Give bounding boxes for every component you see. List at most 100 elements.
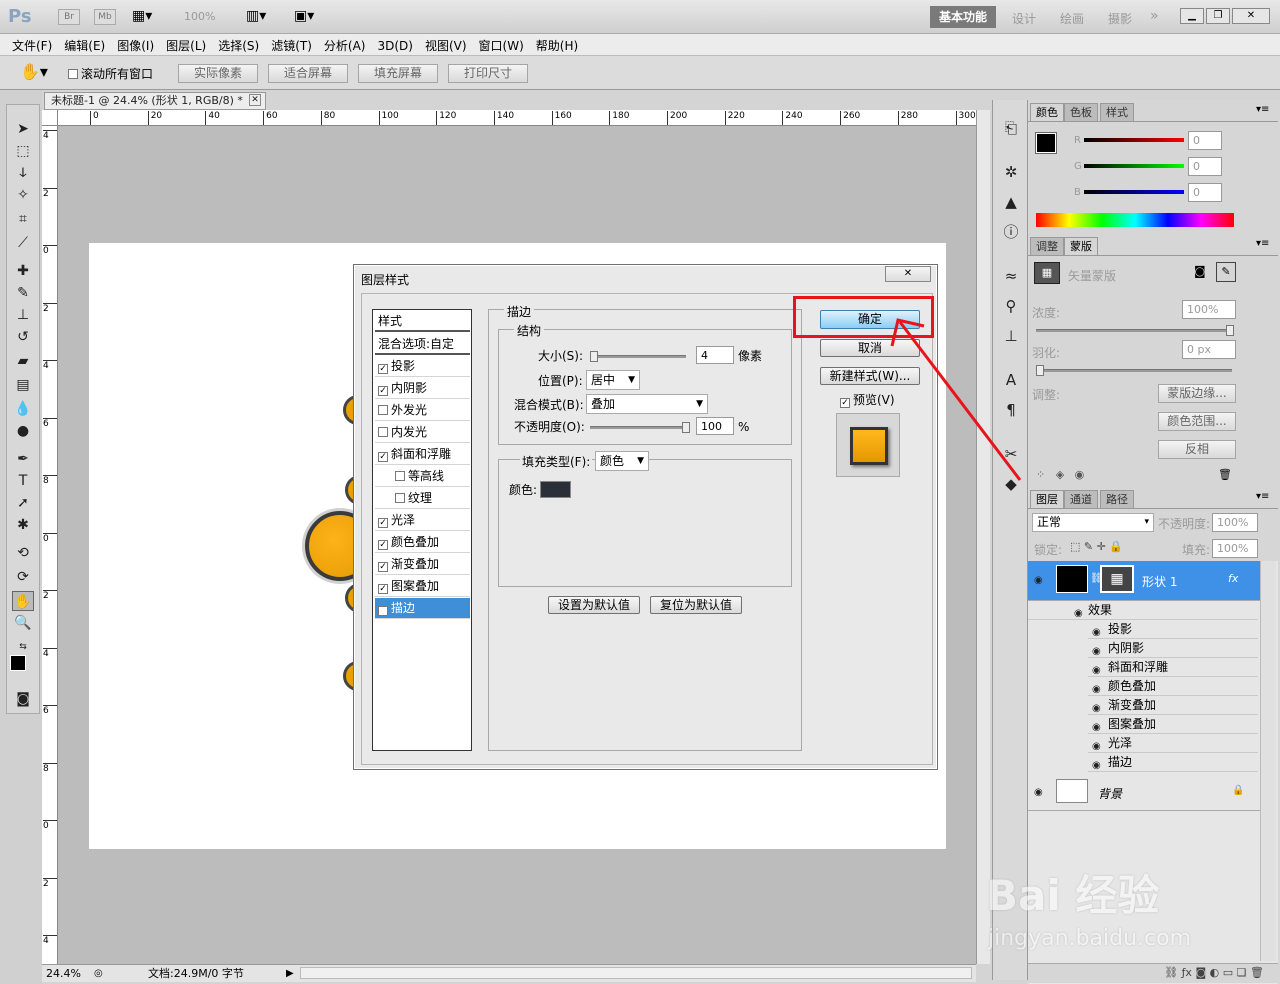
add-style-icon[interactable]: ƒx [1182,966,1192,979]
style-item-contour[interactable]: 等高线 [375,466,470,487]
new-group-icon[interactable]: ▭ [1223,966,1233,979]
hand-tool-active-icon[interactable]: ✋ [12,591,34,611]
menu-window[interactable]: 窗口(W) [473,34,530,57]
blending-options-item[interactable]: 混合选项:自定 [375,334,470,355]
pixel-mask-icon[interactable]: ◙ [1194,264,1206,278]
ruler-origin[interactable] [42,110,58,126]
brushes-panel-icon[interactable]: ≈ [1001,266,1021,286]
checkbox-icon[interactable]: ✓ [378,452,388,462]
path-selection-icon[interactable]: ➚ [12,493,34,513]
checkbox-icon[interactable] [378,427,388,437]
style-item-color-overlay[interactable]: ✓ 颜色叠加 [375,532,470,553]
status-info-icon[interactable]: ◎ [94,966,103,982]
green-slider[interactable] [1084,164,1184,168]
effect-row[interactable]: ◉ 光泽 [1088,734,1258,753]
history-panel-icon[interactable]: ⎗ [1001,118,1021,138]
workspace-photography[interactable]: 摄影 [1108,10,1132,27]
feather-field[interactable]: 0 px [1182,340,1236,359]
stroke-blend-select[interactable]: 叠加 ▼ [586,394,708,414]
marquee-tool-icon[interactable]: ⬚ [12,141,34,161]
style-item-gradient-overlay[interactable]: ✓ 渐变叠加 [375,554,470,575]
history-brush-icon[interactable]: ↺ [12,327,34,347]
reset-default-button[interactable]: 复位为默认值 [650,596,742,614]
tab-adjustments[interactable]: 调整 [1030,237,1064,255]
bridge-icon[interactable]: Br [58,9,80,25]
effects-row[interactable]: ◉ 效果 [1028,601,1258,620]
quick-mask-icon[interactable]: ◙ [12,689,34,709]
menu-image[interactable]: 图像(I) [111,34,160,57]
zoom-readout[interactable]: 24.4% [46,966,81,982]
vertical-scrollbar[interactable] [976,110,990,964]
link-layers-icon[interactable]: ⛓ [1164,966,1178,979]
mask-footer-icons[interactable]: ⁘ ◈ ◉ [1036,468,1084,481]
styles-header[interactable]: 样式 [375,311,470,332]
print-size-button[interactable]: 打印尺寸 [448,64,528,83]
panel-menu-icon[interactable]: ▾≡ [1256,238,1269,249]
checkbox-icon[interactable]: ✓ [378,364,388,374]
delete-mask-icon[interactable]: 🗑 [1218,468,1232,481]
navigator-panel-icon[interactable]: ✲ [1001,162,1021,182]
tab-styles[interactable]: 样式 [1100,103,1134,121]
type-tool-icon[interactable]: T [12,471,34,491]
3d-rotate-icon[interactable]: ⟲ [12,543,34,563]
opacity-slider[interactable] [590,422,690,433]
tab-swatches[interactable]: 色板 [1064,103,1098,121]
layer-fill-field[interactable]: 100% [1212,539,1258,558]
tab-color[interactable]: 颜色 [1030,103,1064,121]
checkbox-icon[interactable]: ✓ [378,518,388,528]
style-item-satin[interactable]: ✓ 光泽 [375,510,470,531]
checkbox-icon[interactable]: ✓ [378,562,388,572]
checkbox-icon[interactable] [395,493,405,503]
pen-tool-icon[interactable]: ✒ [12,449,34,469]
zoom-level-select[interactable]: 100% [184,10,215,23]
set-default-button[interactable]: 设置为默认值 [548,596,640,614]
green-value-field[interactable]: 0 [1188,157,1222,176]
effect-row[interactable]: ◉ 图案叠加 [1088,715,1258,734]
visibility-eye-icon[interactable]: ◉ [1034,787,1043,798]
dodge-tool-icon[interactable]: ● [12,421,34,441]
delete-layer-icon[interactable]: 🗑 [1250,966,1264,979]
restore-icon[interactable]: ❐ [1206,8,1230,24]
layers-scrollbar[interactable] [1260,561,1276,961]
menu-file[interactable]: 文件(F) [6,34,58,57]
menu-help[interactable]: 帮助(H) [530,34,584,57]
size-field[interactable]: 4 [696,346,734,364]
workspace-design[interactable]: 设计 [1012,10,1036,27]
style-item-bevel-emboss[interactable]: ✓ 斜面和浮雕 [375,444,470,465]
tab-paths[interactable]: 路径 [1100,490,1134,508]
panel-menu-icon[interactable]: ▾≡ [1256,491,1269,502]
add-mask-icon[interactable]: ◙ [1195,966,1206,979]
horizontal-scrollbar[interactable] [300,967,972,979]
feather-slider[interactable] [1036,365,1232,376]
swap-colors-icon[interactable]: ⇆ [12,637,34,657]
fx-badge[interactable]: fx [1228,572,1238,585]
checkbox-icon[interactable] [395,471,405,481]
vector-mask-thumb[interactable]: ▦ [1034,262,1060,284]
visibility-eye-icon[interactable]: ◉ [1034,575,1043,586]
foreground-color-swatch[interactable] [1035,132,1057,154]
fill-type-select[interactable]: 颜色 ▼ [595,451,649,471]
lasso-tool-icon[interactable]: ↆ [12,163,34,183]
eraser-tool-icon[interactable]: ▰ [12,351,34,371]
style-item-stroke[interactable]: ✓ 描边 [375,598,470,619]
color-spectrum-bar[interactable] [1036,213,1234,227]
vector-mask-icon[interactable]: ✎ [1216,262,1236,282]
layer-row-shape1[interactable]: ◉ ⛓ ▦ 形状 1 fx [1028,561,1260,601]
menu-view[interactable]: 视图(V) [419,34,473,57]
close-tab-icon[interactable]: ✕ [249,94,261,106]
foreground-color-swatch[interactable] [10,655,26,671]
move-tool-icon[interactable]: ➤ [12,119,34,139]
density-field[interactable]: 100% [1182,300,1236,319]
checkbox-icon[interactable]: ✓ [378,584,388,594]
blur-tool-icon[interactable]: 💧 [12,399,34,419]
tab-masks[interactable]: 蒙版 [1064,237,1098,255]
menu-3d[interactable]: 3D(D) [371,36,418,56]
mini-bridge-icon[interactable]: Mb [94,9,116,25]
more-workspaces-icon[interactable]: » [1150,8,1159,24]
menu-edit[interactable]: 编辑(E) [58,34,111,57]
invert-button[interactable]: 反相 [1158,440,1236,459]
checkbox-icon[interactable]: ✓ [378,606,388,616]
checkbox-icon[interactable]: ✓ [378,386,388,396]
fit-screen-button[interactable]: 适合屏幕 [268,64,348,83]
effect-row[interactable]: ◉ 颜色叠加 [1088,677,1258,696]
